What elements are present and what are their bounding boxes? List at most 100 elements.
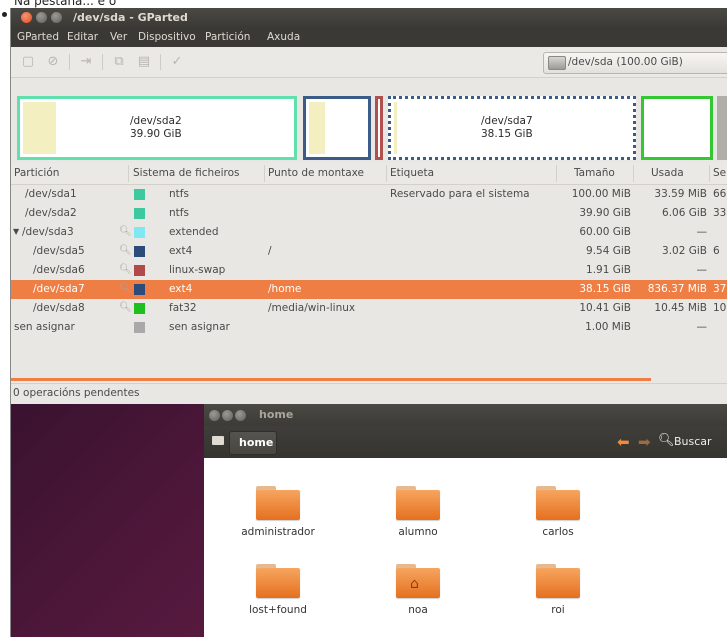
partmap-sda2-label: /dev/sda2 39.90 GiB [130, 115, 182, 141]
table-row[interactable]: /dev/sda7 🔍︎ ext4/home 38.15 GiB 836.37 MiB 3… [11, 280, 727, 299]
folder-item[interactable]: ⌂ noa [366, 564, 456, 628]
cell-used: 836.37 MiB [647, 283, 707, 295]
paste-icon[interactable]: ▤ [137, 55, 151, 69]
col-usada[interactable]: Usada [651, 167, 684, 179]
fs-color-swatch [134, 227, 145, 238]
drive-icon[interactable] [212, 436, 224, 445]
cell-mountpoint: / [268, 245, 272, 257]
menu-gparted[interactable]: GParted [17, 31, 59, 43]
folder-item[interactable]: roi [506, 564, 596, 628]
partmap-unallocated[interactable] [717, 96, 727, 160]
col-sistema[interactable]: Sistema de ficheiros [133, 167, 240, 179]
folder-icon [256, 564, 300, 598]
folder-label: administrador [241, 526, 315, 538]
table-row[interactable]: ▼/dev/sda3 🔍︎ extended 60.00 GiB — [11, 223, 727, 242]
partmap-sda8[interactable] [641, 96, 713, 160]
file-manager-window: home home ⬅ ➡ 🔍︎ Buscar administrador al… [204, 404, 727, 637]
fs-color-swatch [134, 265, 145, 276]
copy-icon[interactable]: ⧉ [112, 55, 126, 69]
caption-text: Na pestana... e o [14, 0, 117, 8]
col-etiqueta[interactable]: Etiqueta [390, 167, 434, 179]
cell-size: 100.00 MiB [571, 188, 631, 200]
resize-icon[interactable]: ⇥ [79, 55, 93, 69]
partmap-sda6[interactable] [375, 96, 383, 160]
partition-size: 38.15 GiB [481, 128, 533, 140]
window-title: /dev/sda - GParted [73, 11, 188, 24]
fm-title: home [259, 408, 294, 421]
table-row[interactable]: /dev/sda1 ntfs Reservado para el sistema 10… [11, 185, 727, 204]
forward-arrow-icon[interactable]: ➡ [638, 433, 651, 451]
table-row[interactable]: /dev/sda6 🔍︎ linux-swap 1.91 GiB — [11, 261, 727, 280]
cell-partition: /dev/sda6 [33, 264, 85, 276]
folder-item[interactable]: administrador [226, 486, 316, 550]
device-label: /dev/sda (100.00 GiB) [568, 56, 683, 68]
cell-size: 60.00 GiB [579, 226, 631, 238]
menu-axuda[interactable]: Axuda [267, 31, 300, 43]
expander-icon[interactable]: ▼ [13, 227, 19, 236]
col-se[interactable]: Se [713, 167, 726, 179]
cell-filesystem: fat32 [169, 302, 197, 314]
menu-dispositivo[interactable]: Dispositivo [138, 31, 196, 43]
menu-editar[interactable]: Editar [67, 31, 98, 43]
col-sep [709, 165, 710, 182]
menu-ver[interactable]: Ver [110, 31, 127, 43]
table-row[interactable]: /dev/sda5 🔍︎ ext4 / 9.54 GiB 3.02 GiB 6 [11, 242, 727, 261]
device-selector[interactable]: /dev/sda (100.00 GiB) [543, 52, 727, 74]
fs-color-swatch [134, 284, 145, 295]
cell-used: 6.06 GiB [662, 207, 707, 219]
cell-label: Reservado para el sistema [390, 188, 530, 200]
used-space-fill [23, 102, 56, 154]
col-sep [556, 165, 557, 182]
col-sep [386, 165, 387, 182]
back-arrow-icon[interactable]: ⬅ [617, 433, 630, 451]
partmap-sda7[interactable]: /dev/sda7 38.15 GiB [388, 96, 636, 160]
key-icon: 🔍︎ [119, 226, 132, 237]
folder-label: alumno [398, 526, 438, 538]
folder-icon [256, 486, 300, 520]
close-button[interactable] [21, 12, 32, 23]
fs-color-swatch [134, 189, 145, 200]
table-row[interactable]: sen asignar sen asignar 1.00 MiB — [11, 318, 727, 337]
folder-item[interactable]: lost+found [226, 564, 316, 628]
cell-partition: /dev/sda3 [22, 226, 74, 238]
cell-partition: /dev/sda2 [25, 207, 77, 219]
fm-maximize-button[interactable] [235, 410, 246, 421]
cell-mountpoint: /media/win-linux [268, 302, 356, 314]
col-sep [264, 165, 265, 182]
folder-label: lost+found [249, 604, 307, 616]
table-row[interactable]: /dev/sda8 🔍︎ fat32/media/win-linux 10.41 Gi… [11, 299, 727, 318]
table-row[interactable]: /dev/sda2 ntfs 39.90 GiB 6.06 GiB 33 [11, 204, 727, 223]
delete-icon[interactable]: ⊘ [46, 55, 60, 69]
partition-name: /dev/sda2 [130, 115, 182, 127]
col-tamano[interactable]: Tamaño [574, 167, 615, 179]
minimize-button[interactable] [36, 12, 47, 23]
bullet [2, 12, 7, 17]
search-icon[interactable]: 🔍︎ [658, 433, 675, 448]
partition-size: 39.90 GiB [130, 128, 182, 140]
path-button-home[interactable]: home [229, 431, 277, 455]
search-button-label[interactable]: Buscar [674, 435, 712, 448]
menu-particion[interactable]: Partición [205, 31, 250, 43]
cell-extra: 66 [713, 188, 727, 200]
cell-used: — [696, 264, 708, 276]
cell-filesystem: ext4 [169, 245, 193, 257]
folder-item[interactable]: alumno [366, 486, 456, 550]
apply-icon[interactable]: ✓ [170, 55, 184, 69]
folder-item[interactable]: carlos [506, 486, 596, 550]
fs-color-swatch [134, 303, 145, 314]
new-icon[interactable]: ▢ [21, 55, 35, 69]
cell-filesystem: sen asignar [169, 321, 230, 333]
folder-icon [536, 486, 580, 520]
fm-close-button[interactable] [209, 410, 220, 421]
maximize-button[interactable] [51, 12, 62, 23]
cell-filesystem: ext4 [169, 283, 193, 295]
cell-mountpoint: /home [268, 283, 302, 295]
used-space-fill [309, 102, 325, 154]
cell-partition: /dev/sda8 [33, 302, 85, 314]
col-particion[interactable]: Partición [14, 167, 59, 179]
partmap-sda2[interactable]: /dev/sda2 39.90 GiB [17, 96, 297, 160]
partmap-sda5[interactable] [303, 96, 371, 160]
fm-minimize-button[interactable] [222, 410, 233, 421]
partition-name: /dev/sda7 [481, 115, 533, 127]
col-punto[interactable]: Punto de montaxe [268, 167, 364, 179]
